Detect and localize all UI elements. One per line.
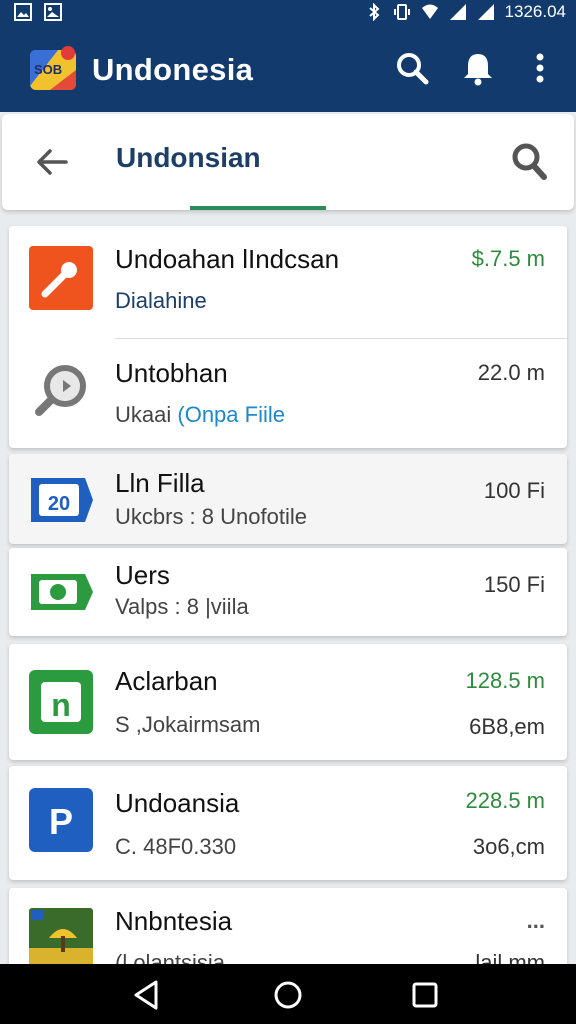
item-subtitle: Ukcbrs : 8 Unofotile <box>115 504 307 529</box>
item-value: 128.5 m <box>465 668 546 693</box>
item-secondary-value: 3o6,cm <box>472 834 545 859</box>
logo-text: SOB <box>34 62 62 77</box>
item-subtitle: C. 48F0.330 <box>115 834 237 859</box>
item-value: 150 Fi <box>483 572 545 597</box>
list-item[interactable]: P Undoansia C. 48F0.330 228.5 m 3o6,cm <box>9 766 567 880</box>
bluetooth-icon <box>368 3 380 21</box>
system-nav-bar <box>0 964 576 1024</box>
more-vert-icon[interactable] <box>522 50 558 86</box>
item-subtitle: Ukaai (Onpa Fiile <box>115 402 285 428</box>
bell-icon[interactable] <box>460 50 496 86</box>
photo-icon <box>29 908 93 972</box>
list-card: Undoahan lIndcsan Dialahine $.7.5 m Unto… <box>9 226 567 448</box>
search-query-text[interactable]: Undonsian <box>116 142 261 174</box>
list-item[interactable]: 20 Lln Filla Ukcbrs : 8 Unofotile 100 Fi <box>9 454 567 544</box>
item-title: Aclarban <box>115 666 218 696</box>
item-title: Untobhan <box>115 358 228 388</box>
status-bar: 1326.04 <box>0 0 576 26</box>
search-icon[interactable] <box>394 50 430 86</box>
recents-square-icon[interactable] <box>408 978 442 1012</box>
image-icon <box>44 3 62 21</box>
open-file-link[interactable]: (Onpa Fiile <box>177 402 285 427</box>
list-card: 20 Lln Filla Ukcbrs : 8 Unofotile 100 Fi <box>9 454 567 544</box>
item-value: 100 Fi <box>483 478 545 503</box>
wifi-icon <box>421 4 438 19</box>
image-icon <box>14 3 32 21</box>
calendar-label: 20 <box>48 493 70 515</box>
wrench-icon <box>29 246 93 310</box>
item-title: Undoahan lIndcsan <box>115 244 340 274</box>
vibrate-icon <box>393 4 410 20</box>
list-item[interactable]: Uers Valps : 8 |viila 150 Fi <box>9 548 567 636</box>
cash-icon <box>31 574 93 610</box>
back-triangle-icon[interactable] <box>130 978 164 1012</box>
app-title: Undonesia <box>92 52 254 87</box>
item-value: $.7.5 m <box>471 246 545 271</box>
home-circle-icon[interactable] <box>271 978 305 1012</box>
app-n-icon: n <box>29 670 93 734</box>
back-arrow-icon[interactable] <box>32 142 72 182</box>
app-p-icon: P <box>29 788 93 852</box>
item-title: Uers <box>115 560 170 590</box>
list-card: Uers Valps : 8 |viila 150 Fi <box>9 548 567 636</box>
list-card: P Undoansia C. 48F0.330 228.5 m 3o6,cm <box>9 766 567 880</box>
app-letter: P <box>49 801 73 842</box>
app-bar: SOB Undonesia <box>0 26 576 112</box>
item-subtitle: Dialahine <box>115 288 207 313</box>
item-subtitle: Valps : 8 |viila <box>115 594 249 619</box>
calendar-icon: 20 <box>31 478 93 522</box>
item-title: Nnbntesia <box>115 906 233 936</box>
item-title: Undoansia <box>115 788 240 818</box>
item-title: Lln Filla <box>115 468 205 498</box>
magnifier-icon <box>35 365 86 416</box>
clock-time: 1326.04 <box>504 2 566 21</box>
app-logo-icon: SOB <box>30 46 76 90</box>
list-item[interactable]: n Aclarban S ,Jokairmsam 128.5 m 6B8,em <box>9 644 567 760</box>
item-value: 22.0 m <box>477 360 545 385</box>
search-icon[interactable] <box>508 140 550 182</box>
item-secondary-value: 6B8,em <box>469 714 545 739</box>
app-letter: n <box>51 687 71 723</box>
item-subtitle-text: Ukaai <box>115 402 172 427</box>
list-item[interactable]: Untobhan Ukaai (Onpa Fiile 22.0 m <box>9 338 567 448</box>
search-bar: Undonsian <box>2 114 574 210</box>
item-more-menu[interactable]: ... <box>527 908 545 934</box>
item-subtitle: S ,Jokairmsam <box>115 712 261 737</box>
tab-indicator <box>190 206 326 210</box>
signal-icon <box>449 4 466 20</box>
signal-icon <box>477 4 494 20</box>
list-item[interactable]: Undoahan lIndcsan Dialahine $.7.5 m <box>9 226 567 338</box>
list-card: n Aclarban S ,Jokairmsam 128.5 m 6B8,em <box>9 644 567 760</box>
item-value: 228.5 m <box>465 788 546 813</box>
